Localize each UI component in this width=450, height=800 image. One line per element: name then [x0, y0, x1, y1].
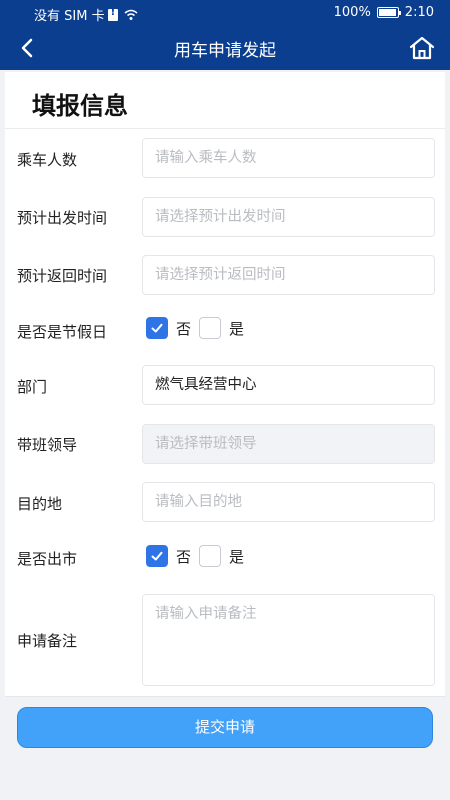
form-card: 填报信息 乘车人数 请输入乘车人数 预计出发时间 请选择预计出发时间 预计返回时… — [5, 72, 445, 696]
out-of-city-no-label: 否 — [176, 547, 192, 566]
return-time-label: 预计返回时间 — [17, 267, 108, 285]
submit-button[interactable]: 提交申请 — [17, 707, 433, 748]
home-icon — [409, 36, 435, 60]
department-input[interactable]: 燃气具经营中心 — [142, 365, 435, 405]
section-title: 填报信息 — [32, 92, 128, 120]
status-left: 没有 SIM 卡 — [34, 5, 138, 24]
destination-label: 目的地 — [17, 495, 63, 513]
carrier-text: 没有 SIM 卡 — [34, 9, 105, 24]
out-of-city-label: 是否出市 — [17, 550, 78, 568]
out-of-city-yes-label: 是 — [229, 547, 245, 566]
holiday-options: 否 是 — [146, 317, 252, 339]
battery-icon — [376, 7, 401, 18]
status-bar: 没有 SIM 卡 100% 2:10 — [0, 0, 450, 26]
divider — [5, 696, 445, 697]
holiday-no-label: 否 — [176, 319, 192, 338]
departure-time-label: 预计出发时间 — [17, 209, 108, 227]
divider — [5, 128, 445, 129]
holiday-no-checkbox[interactable] — [146, 317, 168, 339]
return-time-picker[interactable]: 请选择预计返回时间 — [142, 255, 435, 295]
home-button[interactable] — [404, 30, 440, 66]
out-of-city-options: 否 是 — [146, 545, 252, 567]
out-of-city-yes-checkbox[interactable] — [199, 545, 222, 567]
remarks-textarea[interactable]: 请输入申请备注 — [142, 594, 435, 686]
team-leader-label: 带班领导 — [17, 436, 78, 454]
out-of-city-no-checkbox[interactable] — [146, 545, 168, 567]
department-label: 部门 — [17, 378, 48, 396]
checkmark-icon — [151, 323, 163, 333]
passenger-count-input[interactable]: 请输入乘车人数 — [142, 138, 435, 178]
wifi-icon — [124, 9, 138, 20]
clock: 2:10 — [404, 5, 434, 20]
nav-bar: 用车申请发起 — [0, 26, 450, 70]
checkmark-icon — [151, 551, 163, 561]
holiday-yes-label: 是 — [229, 319, 245, 338]
destination-input[interactable]: 请输入目的地 — [142, 482, 435, 522]
remarks-label: 申请备注 — [17, 632, 78, 650]
holiday-label: 是否是节假日 — [17, 323, 108, 341]
sim-alert-icon — [107, 7, 118, 21]
departure-time-picker[interactable]: 请选择预计出发时间 — [142, 197, 435, 237]
team-leader-picker[interactable]: 请选择带班领导 — [142, 424, 435, 464]
passenger-count-label: 乘车人数 — [17, 151, 78, 169]
battery-percent: 100% — [333, 5, 371, 20]
holiday-yes-checkbox[interactable] — [199, 317, 222, 339]
status-right: 100% 2:10 — [334, 5, 434, 20]
page-title: 用车申请发起 — [174, 41, 276, 61]
